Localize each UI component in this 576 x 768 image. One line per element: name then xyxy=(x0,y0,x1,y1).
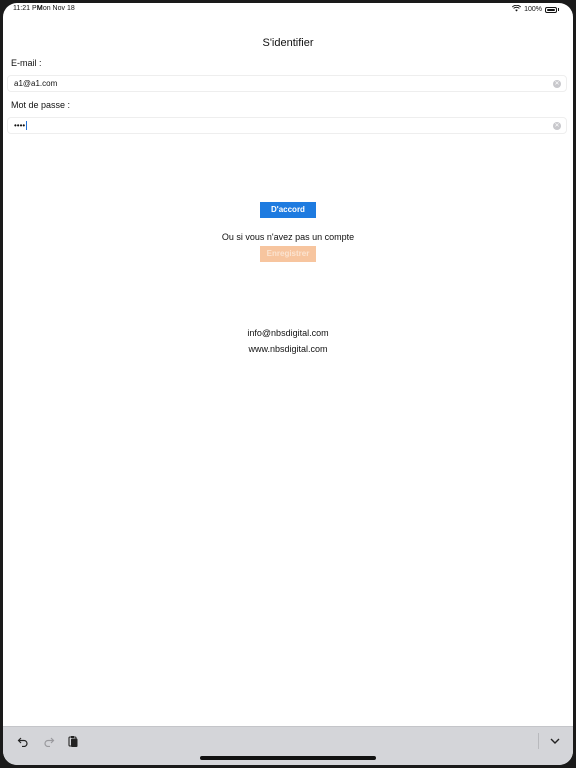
register-prompt: Ou si vous n'avez pas un compte xyxy=(221,232,355,242)
status-date: Mon Nov 18 xyxy=(37,5,75,12)
undo-icon[interactable] xyxy=(15,733,31,749)
dismiss-keyboard-icon[interactable] xyxy=(547,733,563,749)
keyboard-shortcut-bar xyxy=(3,726,573,765)
contact-email[interactable]: info@nbsdigital.com xyxy=(3,328,573,338)
redo-icon[interactable] xyxy=(41,733,57,749)
page-title: S'identifier xyxy=(262,37,314,49)
battery-percent: 100% xyxy=(524,6,542,13)
status-right: 100% xyxy=(512,4,559,14)
password-dots: •••• xyxy=(14,121,26,130)
clear-icon[interactable]: ✕ xyxy=(553,80,561,88)
home-indicator[interactable] xyxy=(200,756,376,760)
clear-icon[interactable]: ✕ xyxy=(553,122,561,130)
wifi-icon xyxy=(512,4,522,14)
status-bar: 11:21 PM Mon Nov 18 100% xyxy=(3,3,573,17)
device-screen: 11:21 PM Mon Nov 18 100% S'identifier E-… xyxy=(3,3,573,765)
password-label: Mot de passe : xyxy=(11,100,71,110)
register-button[interactable]: Enregistrer xyxy=(260,246,316,262)
ok-button[interactable]: D'accord xyxy=(260,202,316,218)
toolbar-divider xyxy=(538,733,539,749)
text-cursor xyxy=(26,121,28,131)
battery-tip xyxy=(558,8,559,11)
password-value: •••• xyxy=(14,121,28,131)
paste-icon[interactable] xyxy=(65,733,81,749)
email-label: E-mail : xyxy=(11,58,42,68)
email-value: a1@a1.com xyxy=(14,79,58,88)
password-field[interactable]: •••• ✕ xyxy=(7,117,567,134)
battery-icon xyxy=(545,6,557,13)
email-field[interactable]: a1@a1.com ✕ xyxy=(7,75,567,92)
contact-website[interactable]: www.nbsdigital.com xyxy=(3,344,573,354)
